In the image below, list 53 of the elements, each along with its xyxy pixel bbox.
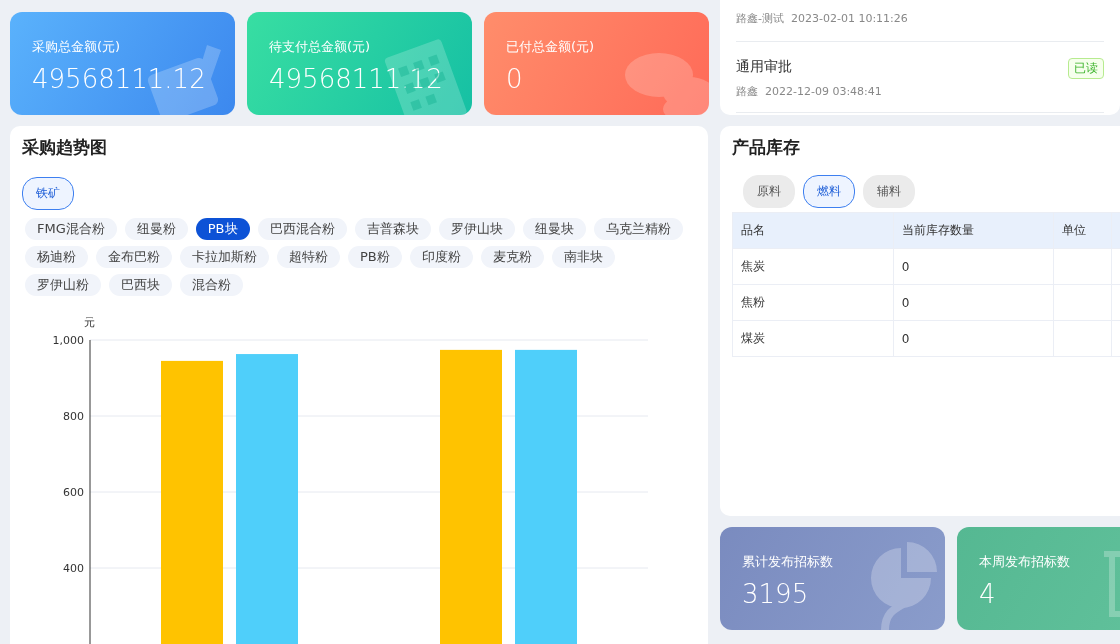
stock-tab[interactable]: 燃料 — [803, 175, 855, 208]
stat-label: 本周发布招标数 — [979, 553, 1070, 571]
column-header: 当前库存数量 — [893, 212, 1054, 249]
read-status-badge: 已读 — [1068, 58, 1104, 79]
material-tag[interactable]: PB块 — [195, 218, 250, 240]
material-tag[interactable]: 纽曼粉 — [124, 218, 188, 240]
material-tag[interactable]: 乌克兰精粉 — [593, 218, 683, 240]
column-header: 品名 — [732, 212, 894, 249]
notice-meta: 路鑫-测试 2023-02-01 10:11:26 — [736, 11, 908, 26]
material-tag[interactable]: 南非块 — [551, 246, 615, 268]
stat-value: 4 — [979, 579, 996, 609]
material-tag[interactable]: 混合粉 — [180, 274, 243, 296]
stat-label: 累计发布招标数 — [742, 553, 833, 571]
stock-tab[interactable]: 原料 — [743, 175, 795, 208]
table-cell: 0 — [893, 284, 1054, 321]
axis-unit-label: 元 — [84, 316, 95, 329]
material-tag[interactable]: 超特粉 — [277, 246, 340, 268]
material-tag[interactable]: 罗伊山块 — [438, 218, 515, 240]
y-tick-label: 800 — [63, 410, 84, 423]
material-tag[interactable]: 吉普森块 — [354, 218, 431, 240]
y-tick-label: 600 — [63, 486, 84, 499]
material-tag[interactable]: FMG混合粉 — [25, 218, 117, 240]
panel-title: 产品库存 — [732, 136, 800, 159]
table-cell: 0 — [893, 248, 1054, 285]
stat-value: 49568111.12 — [32, 64, 206, 94]
material-tag[interactable]: PB粉 — [348, 246, 402, 268]
column-header: 单位 — [1053, 212, 1112, 249]
material-tag[interactable]: 杨迪粉 — [25, 246, 88, 268]
notice-meta: 路鑫 2022-12-09 03:48:41 — [736, 84, 882, 99]
stat-label: 采购总金额(元) — [32, 38, 121, 56]
table-cell: 焦炭 — [732, 248, 894, 285]
table-cell: 0 — [893, 320, 1054, 357]
material-tag[interactable]: 印度粉 — [409, 246, 473, 268]
y-tick-label: 400 — [63, 562, 84, 575]
category-tag[interactable]: 铁矿 — [22, 177, 74, 210]
material-tag[interactable]: 罗伊山粉 — [25, 274, 101, 296]
stat-label: 已付总金额(元) — [506, 38, 595, 56]
material-tag[interactable]: 卡拉加斯粉 — [180, 246, 269, 268]
material-tag[interactable]: 纽曼块 — [522, 218, 586, 240]
panel-title: 采购趋势图 — [22, 136, 107, 159]
material-tag[interactable]: 麦克粉 — [480, 246, 544, 268]
table-cell: 煤炭 — [732, 320, 894, 357]
stat-value: 49568111.12 — [269, 64, 443, 94]
y-tick-label: 1,000 — [52, 334, 84, 347]
table-cell: 焦粉 — [732, 284, 894, 321]
stock-tab[interactable]: 辅料 — [863, 175, 915, 208]
stat-value: 0 — [506, 64, 523, 94]
material-tag[interactable]: 巴西混合粉 — [257, 218, 347, 240]
material-tag[interactable]: 金布巴粉 — [96, 246, 172, 268]
material-tag[interactable]: 巴西块 — [109, 274, 172, 296]
stat-label: 待支付总金额(元) — [269, 38, 371, 56]
stat-value: 3195 — [742, 579, 809, 609]
notice-title[interactable]: 通用审批 — [736, 58, 792, 74]
